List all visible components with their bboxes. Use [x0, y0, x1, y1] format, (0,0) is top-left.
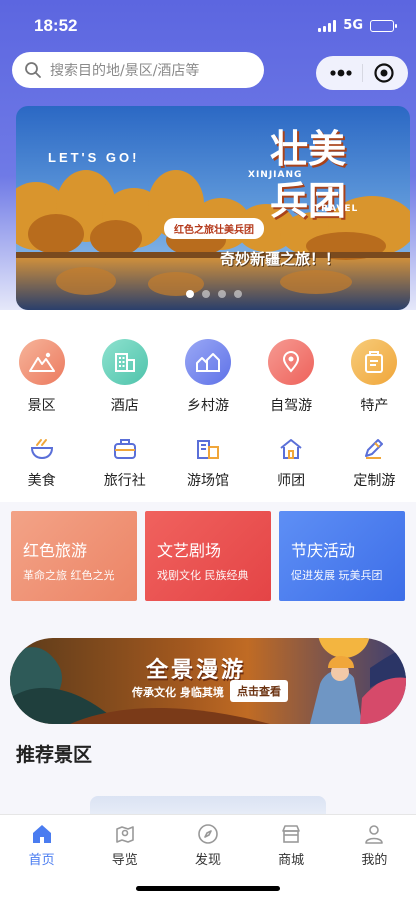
- category-title: 红色旅游: [23, 541, 88, 560]
- category-card-red-tourism[interactable]: 红色旅游 革命之旅 红色之光: [11, 511, 137, 601]
- menu-label: 景区: [27, 398, 56, 414]
- store-icon: [282, 825, 300, 843]
- menu-label: 乡村游: [186, 398, 229, 414]
- menu-item-village[interactable]: 乡村游: [166, 339, 249, 415]
- search-bar[interactable]: 搜索目的地/景区/酒店等: [12, 52, 264, 88]
- map-pin-icon: [268, 339, 315, 385]
- home-icon: [32, 825, 51, 843]
- tab-label: 发现: [194, 853, 221, 868]
- network-label: 5G: [343, 18, 363, 33]
- menu-label: 定制游: [353, 473, 396, 489]
- tab-profile[interactable]: 我的: [333, 815, 416, 902]
- search-icon: [25, 62, 41, 78]
- user-icon: [365, 825, 384, 844]
- category-subtitle: 戏剧文化 民族经典: [157, 569, 249, 582]
- menu-label: 美食: [27, 473, 56, 489]
- menu-item-food[interactable]: 美食: [0, 434, 83, 490]
- menu-label: 游场馆: [186, 473, 229, 489]
- category-subtitle: 促进发展 玩美兵团: [291, 569, 383, 582]
- search-placeholder: 搜索目的地/景区/酒店等: [50, 63, 200, 79]
- menu-item-agency[interactable]: 旅行社: [83, 434, 166, 490]
- home-indicator: [136, 886, 280, 891]
- house-icon: [276, 434, 306, 464]
- battery-icon: [370, 19, 397, 32]
- menu-label: 旅行社: [103, 473, 146, 489]
- banner-subtitle: 奇妙新疆之旅！！: [220, 250, 341, 268]
- promo-subtitle: 传承文化 身临其境: [132, 686, 224, 699]
- gift-icon: [351, 339, 398, 385]
- suitcase-icon: [110, 434, 140, 464]
- sub-menu: 美食 旅行社 游场馆 师团 定制游: [0, 434, 416, 490]
- bowl-icon: [27, 434, 57, 464]
- banner-tag: 红色之旅壮美兵团: [164, 218, 264, 239]
- banner-en-line2: TRAVEL: [314, 204, 359, 214]
- category-subtitle: 革命之旅 红色之光: [23, 569, 115, 582]
- menu-item-specialty[interactable]: 特产: [333, 339, 416, 415]
- tab-label: 导览: [111, 853, 138, 868]
- signal-icon: [318, 19, 337, 32]
- menu-item-hotel[interactable]: 酒店: [83, 339, 166, 415]
- promo-view-button[interactable]: 点击查看: [230, 680, 288, 702]
- hero-banner[interactable]: LET'S GO! 壮美 兵团 XINJIANG TRAVEL 红色之旅壮美兵团…: [16, 106, 410, 310]
- carousel-dot[interactable]: [218, 290, 226, 298]
- section-title-recommended: 推荐景区: [16, 744, 93, 766]
- status-indicators: 5G: [318, 18, 397, 33]
- tab-label: 商城: [278, 853, 305, 868]
- status-time: 18:52: [34, 16, 78, 35]
- compass-icon: [198, 824, 218, 844]
- carousel-indicator[interactable]: [186, 290, 242, 298]
- miniprogram-capsule: [316, 56, 408, 90]
- banner-en-line1: XINJIANG: [248, 170, 303, 180]
- banner-slogan: LET'S GO!: [48, 150, 140, 165]
- panorama-promo-banner[interactable]: 全景漫游 传承文化 身临其境 点击查看: [10, 638, 406, 724]
- village-icon: [184, 339, 231, 385]
- category-title: 文艺剧场: [157, 541, 222, 560]
- menu-label: 酒店: [110, 398, 139, 414]
- tab-label: 首页: [28, 853, 55, 868]
- building-icon: [101, 339, 148, 385]
- carousel-dot[interactable]: [186, 290, 194, 298]
- menu-label: 特产: [360, 398, 389, 414]
- menu-item-division[interactable]: 师团: [250, 434, 333, 490]
- more-dots-icon[interactable]: [329, 69, 353, 77]
- pencil-icon: [359, 434, 389, 464]
- status-bar: 18:52 5G: [0, 0, 416, 50]
- mountain-icon: [18, 339, 65, 385]
- carousel-dot[interactable]: [202, 290, 210, 298]
- guide-map-icon: [115, 826, 134, 843]
- carousel-dot[interactable]: [234, 290, 242, 298]
- target-close-icon[interactable]: [373, 62, 395, 84]
- menu-item-scenic[interactable]: 景区: [0, 339, 83, 415]
- tab-home[interactable]: 首页: [0, 815, 83, 902]
- category-title: 节庆活动: [291, 541, 356, 560]
- banner-title-line1: 壮美: [270, 126, 347, 171]
- category-card-festival[interactable]: 节庆活动 促进发展 玩美兵团: [279, 511, 405, 601]
- menu-item-selfdrive[interactable]: 自驾游: [250, 339, 333, 415]
- venue-icon: [193, 434, 223, 464]
- banner-title-line2: 兵团: [270, 178, 347, 223]
- menu-item-venue[interactable]: 游场馆: [166, 434, 249, 490]
- category-card-theater[interactable]: 文艺剧场 戏剧文化 民族经典: [145, 511, 271, 601]
- menu-label: 自驾游: [270, 398, 313, 414]
- menu-label: 师团: [277, 473, 306, 489]
- tab-label: 我的: [361, 853, 388, 868]
- main-menu: 景区 酒店 乡村游 自驾游 特产: [0, 339, 416, 415]
- capsule-divider: [362, 64, 364, 82]
- menu-item-custom[interactable]: 定制游: [333, 434, 416, 490]
